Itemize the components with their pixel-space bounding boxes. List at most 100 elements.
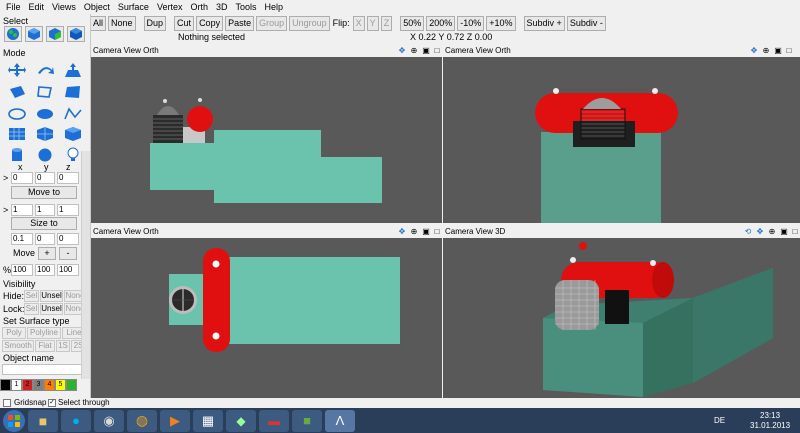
viewport-bottom-left[interactable] (91, 238, 442, 398)
size-x-field[interactable]: 1 (11, 204, 33, 216)
move-mode-icon[interactable] (4, 60, 30, 79)
polygon-mode-icon[interactable] (4, 82, 30, 101)
grid-mode-icon[interactable] (4, 124, 30, 143)
surface-poly-button[interactable]: Poly (2, 327, 26, 339)
move-minus-button[interactable]: - (59, 247, 77, 260)
chrome-icon[interactable]: ◍ (127, 409, 157, 432)
scale-z-field[interactable]: 100 (57, 264, 79, 276)
menu-object[interactable]: Object (80, 0, 114, 14)
hide-unselected-button[interactable]: Unsel (40, 290, 63, 302)
pan-icon[interactable]: ✥ (749, 46, 759, 55)
zoom-200-button[interactable]: 200% (426, 15, 456, 31)
size-z-field[interactable]: 1 (57, 204, 79, 216)
flip-y-button[interactable]: Y (366, 15, 379, 31)
clock-time[interactable]: 23:13 (760, 411, 780, 420)
palette-swatch-green[interactable] (66, 379, 77, 391)
size-arrow[interactable]: > (3, 205, 8, 215)
select-none-button[interactable]: None (108, 15, 136, 31)
cube-grid-mode-icon[interactable] (32, 124, 58, 143)
camera-icon[interactable]: ▣ (779, 227, 789, 236)
pan-icon[interactable]: ✥ (397, 46, 407, 55)
cut-button[interactable]: Cut (174, 15, 195, 31)
object-name-field[interactable] (2, 364, 86, 375)
ellipse-mode-icon[interactable] (4, 104, 30, 123)
palette-swatch-4[interactable]: 4 (44, 379, 55, 391)
select-all-button[interactable]: All (90, 15, 107, 31)
select-vertex-cluster-icon[interactable] (4, 26, 22, 42)
surface-1s-button[interactable]: 1S (56, 340, 70, 352)
select-cube-icon[interactable] (25, 26, 43, 42)
pan-icon[interactable]: ✥ (397, 227, 407, 236)
maximize-icon[interactable]: □ (432, 46, 442, 55)
menu-orth[interactable]: Orth (186, 0, 212, 14)
orbit-icon[interactable]: ⟲ (743, 227, 753, 236)
truck-game-icon[interactable]: ▬ (259, 409, 289, 432)
viewport-top-left[interactable] (91, 57, 442, 223)
zoom-icon[interactable]: ⊕ (761, 46, 771, 55)
camera-icon[interactable]: ▣ (421, 227, 431, 236)
zoom-icon[interactable]: ⊕ (409, 227, 419, 236)
move-y-field[interactable]: 0 (35, 172, 55, 184)
menu-help[interactable]: Help (261, 0, 288, 14)
viewport-top-right[interactable] (443, 57, 800, 223)
wings3d-icon[interactable]: Λ (325, 409, 355, 432)
move-arrow[interactable]: > (3, 173, 8, 183)
zoom-50-button[interactable]: 50% (400, 15, 425, 31)
select-object-icon[interactable] (46, 26, 64, 42)
language-indicator[interactable]: DE (714, 416, 725, 425)
move-z-field[interactable]: 0 (57, 172, 79, 184)
copy-button[interactable]: Copy (196, 15, 224, 31)
zoom-minus-10-button[interactable]: -10% (457, 15, 485, 31)
flip-z-button[interactable]: Z (380, 15, 393, 31)
zoom-icon[interactable]: ⊕ (767, 227, 777, 236)
menu-surface[interactable]: Surface (114, 0, 153, 14)
extrude-mode-icon[interactable] (60, 60, 86, 79)
maximize-icon[interactable]: □ (432, 227, 442, 236)
step-y-field[interactable]: 0 (35, 233, 55, 245)
clock-date[interactable]: 31.01.2013 (750, 421, 790, 430)
ungroup-button[interactable]: Ungroup (289, 15, 330, 31)
surface-polyline-button[interactable]: Polyline (27, 327, 61, 339)
calendar-icon[interactable]: ▦ (193, 409, 223, 432)
select-through-checkbox[interactable]: ✓ (48, 399, 56, 407)
group-button[interactable]: Group (256, 15, 288, 31)
menu-edit[interactable]: Edit (25, 0, 49, 14)
media-center-icon[interactable]: ▶ (160, 409, 190, 432)
scale-x-field[interactable]: 100 (11, 264, 33, 276)
step-z-field[interactable]: 0 (57, 233, 79, 245)
rotate-mode-icon[interactable] (32, 60, 58, 79)
camera-icon[interactable]: ▣ (421, 46, 431, 55)
cube-mode-icon[interactable] (60, 124, 86, 143)
freeform-mode-icon[interactable] (32, 82, 58, 101)
move-plus-button[interactable]: + (38, 247, 56, 260)
surface-smooth-button[interactable]: Smooth (2, 340, 34, 352)
zoom-icon[interactable]: ⊕ (409, 46, 419, 55)
menu-vertex[interactable]: Vertex (153, 0, 187, 14)
hide-selected-button[interactable]: Sel (24, 290, 39, 302)
file-explorer-icon[interactable]: ■ (28, 409, 58, 432)
media-player-icon[interactable]: ◉ (94, 409, 124, 432)
paste-button[interactable]: Paste (225, 15, 255, 31)
step-x-field[interactable]: 0.1 (11, 233, 33, 245)
palette-swatch-2[interactable]: 2 (22, 379, 33, 391)
tool-panel-scrollbar[interactable] (81, 151, 90, 379)
rectangle-mode-icon[interactable] (60, 82, 86, 101)
menu-file[interactable]: File (2, 0, 25, 14)
palette-swatch-3[interactable]: 3 (33, 379, 44, 391)
menu-views[interactable]: Views (48, 0, 80, 14)
camera-icon[interactable]: ▣ (773, 46, 783, 55)
menu-3d[interactable]: 3D (212, 0, 232, 14)
cylinder-mode-icon[interactable] (4, 145, 30, 164)
pan-icon[interactable]: ✥ (755, 227, 765, 236)
gridsnap-checkbox[interactable] (3, 399, 11, 407)
subdiv-minus-button[interactable]: Subdiv - (566, 15, 606, 31)
maximize-icon[interactable]: □ (784, 46, 794, 55)
palette-swatch-5[interactable]: 5 (55, 379, 66, 391)
surface-flat-button[interactable]: Flat (35, 340, 55, 352)
lock-selected-button[interactable]: Sel (24, 303, 39, 315)
move-x-field[interactable]: 0 (11, 172, 33, 184)
skype-icon[interactable]: ● (61, 409, 91, 432)
menu-tools[interactable]: Tools (231, 0, 260, 14)
move-to-button[interactable]: Move to (11, 186, 77, 199)
path-mode-icon[interactable] (60, 104, 86, 123)
